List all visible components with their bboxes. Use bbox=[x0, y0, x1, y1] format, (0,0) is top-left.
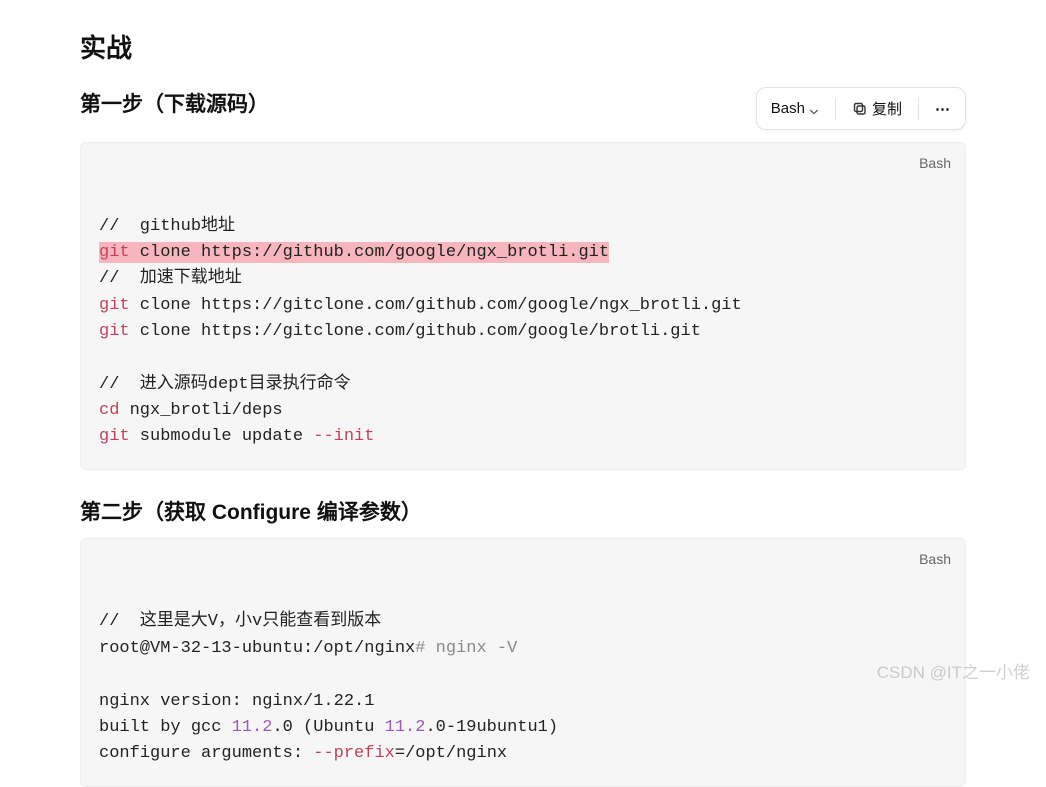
copy-button[interactable]: 复制 bbox=[842, 92, 912, 125]
step2-heading: 第二步（获取 Configure 编译参数） bbox=[80, 496, 966, 526]
chevron-down-icon bbox=[809, 104, 819, 114]
code-toolbar: Bash 复制 ⋯ bbox=[756, 87, 966, 130]
copy-label: 复制 bbox=[872, 98, 902, 119]
step1-heading: 第一步（下载源码） bbox=[80, 88, 269, 118]
page-title: 实战 bbox=[80, 28, 966, 65]
codeblock-lang-label-2: Bash bbox=[919, 549, 951, 571]
language-label: Bash bbox=[771, 100, 805, 117]
toolbar-divider bbox=[835, 98, 836, 120]
step1-header-row: 第一步（下载源码） Bash 复制 ⋯ bbox=[80, 87, 966, 130]
toolbar-divider-2 bbox=[918, 98, 919, 120]
watermark: CSDN @IT之一小佬 bbox=[877, 658, 1030, 683]
language-select[interactable]: Bash bbox=[761, 94, 829, 123]
copy-icon bbox=[852, 101, 868, 117]
more-button[interactable]: ⋯ bbox=[925, 94, 961, 124]
codeblock-step1[interactable]: Bash // github地址 git clone https://githu… bbox=[80, 142, 966, 470]
codeblock-lang-label: Bash bbox=[919, 153, 951, 175]
codeblock-step2[interactable]: Bash // 这里是大V，小v只能查看到版本 root@VM-32-13-ub… bbox=[80, 538, 966, 787]
highlighted-selection: git clone https://github.com/google/ngx_… bbox=[99, 242, 609, 263]
more-icon: ⋯ bbox=[935, 100, 951, 118]
